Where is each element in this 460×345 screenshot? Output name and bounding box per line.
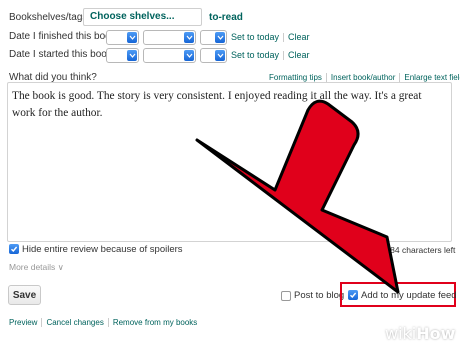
- red-arrow-icon: [195, 99, 400, 294]
- wikihow-watermark: wikiHow: [385, 324, 455, 343]
- watermark-wiki: wiki: [385, 324, 417, 343]
- watermark-how: How: [416, 324, 456, 343]
